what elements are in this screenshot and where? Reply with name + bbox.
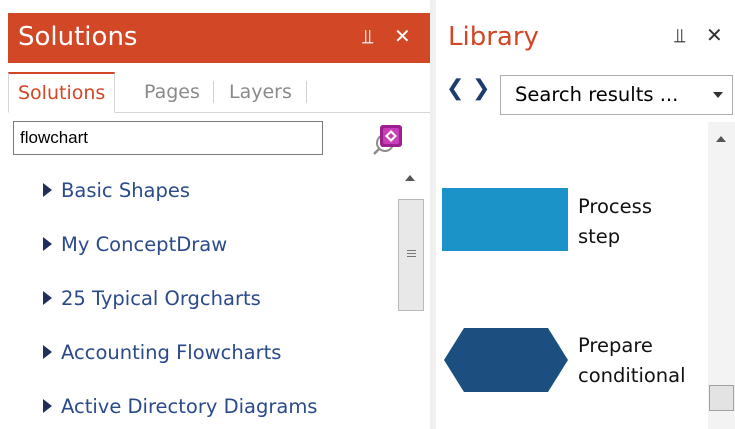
close-icon[interactable]: ✕: [706, 22, 723, 48]
expand-arrow-icon[interactable]: [43, 345, 52, 359]
forward-arrow-icon[interactable]: ❯: [472, 76, 490, 102]
tab-layers[interactable]: Layers: [229, 72, 292, 112]
search-library-icon[interactable]: [372, 121, 406, 155]
scroll-up-icon[interactable]: [716, 136, 726, 142]
prepare-conditional-shape: [444, 328, 568, 392]
chevron-down-icon[interactable]: [713, 92, 723, 98]
expand-arrow-icon[interactable]: [43, 399, 52, 413]
pin-icon[interactable]: ⫫: [674, 22, 685, 48]
search-input[interactable]: [13, 121, 323, 155]
tree-item-accounting-flowcharts[interactable]: Accounting Flowcharts: [43, 338, 281, 368]
library-item-prepare-conditional[interactable]: Prepare conditional: [436, 325, 706, 395]
tree-item-active-directory[interactable]: Active Directory Diagrams: [43, 392, 317, 422]
grip-line: [407, 250, 416, 251]
tree-item-basic-shapes[interactable]: Basic Shapes: [43, 176, 190, 206]
library-item-label: Prepare: [578, 334, 653, 357]
scroll-thumb[interactable]: [709, 385, 734, 411]
solutions-scrollbar[interactable]: [397, 165, 427, 429]
tree-item-label: My ConceptDraw: [61, 233, 228, 256]
grip-line: [407, 253, 416, 254]
scroll-thumb[interactable]: [398, 199, 424, 311]
tree-item-my-conceptdraw[interactable]: My ConceptDraw: [43, 230, 227, 260]
expand-arrow-icon[interactable]: [43, 291, 52, 305]
tab-solutions[interactable]: Solutions: [8, 72, 116, 113]
solutions-header: Solutions ⫫ ✕: [8, 13, 430, 63]
library-scrollbar[interactable]: [708, 122, 735, 429]
tab-separator: [213, 81, 214, 103]
library-item-label: Process: [578, 195, 652, 218]
library-title: Library: [448, 22, 539, 52]
expand-arrow-icon[interactable]: [43, 183, 52, 197]
close-icon[interactable]: ✕: [394, 23, 411, 49]
tree-item-label: Active Directory Diagrams: [61, 395, 318, 418]
library-select[interactable]: Search results ...: [500, 75, 733, 115]
library-item-process-step[interactable]: Process step: [436, 185, 706, 255]
library-item-label: conditional: [578, 364, 686, 387]
tab-separator: [306, 81, 307, 103]
library-panel: Library ⫫ ✕ ❮ ❯ Search results ... Proce…: [436, 0, 735, 429]
pin-icon[interactable]: ⫫: [362, 23, 373, 49]
tree-item-label: 25 Typical Orgcharts: [61, 287, 261, 310]
scroll-up-icon[interactable]: [405, 175, 415, 181]
tree-item-typical-orgcharts[interactable]: 25 Typical Orgcharts: [43, 284, 261, 314]
grip-line: [407, 256, 416, 257]
solutions-tabs: Solutions Pages Layers: [8, 72, 430, 113]
process-step-shape: [442, 188, 568, 251]
expand-arrow-icon[interactable]: [43, 237, 52, 251]
library-select-value: Search results ...: [515, 83, 679, 106]
tree-item-label: Accounting Flowcharts: [61, 341, 282, 364]
solutions-tree: Basic Shapes My ConceptDraw 25 Typical O…: [0, 160, 390, 429]
library-item-label: step: [578, 225, 621, 248]
solutions-panel: Solutions ⫫ ✕ Solutions Pages Layers Bas…: [0, 0, 430, 429]
tree-item-label: Basic Shapes: [61, 179, 191, 202]
solutions-title: Solutions: [18, 22, 138, 52]
tab-pages[interactable]: Pages: [144, 72, 200, 112]
back-arrow-icon[interactable]: ❮: [446, 76, 464, 102]
